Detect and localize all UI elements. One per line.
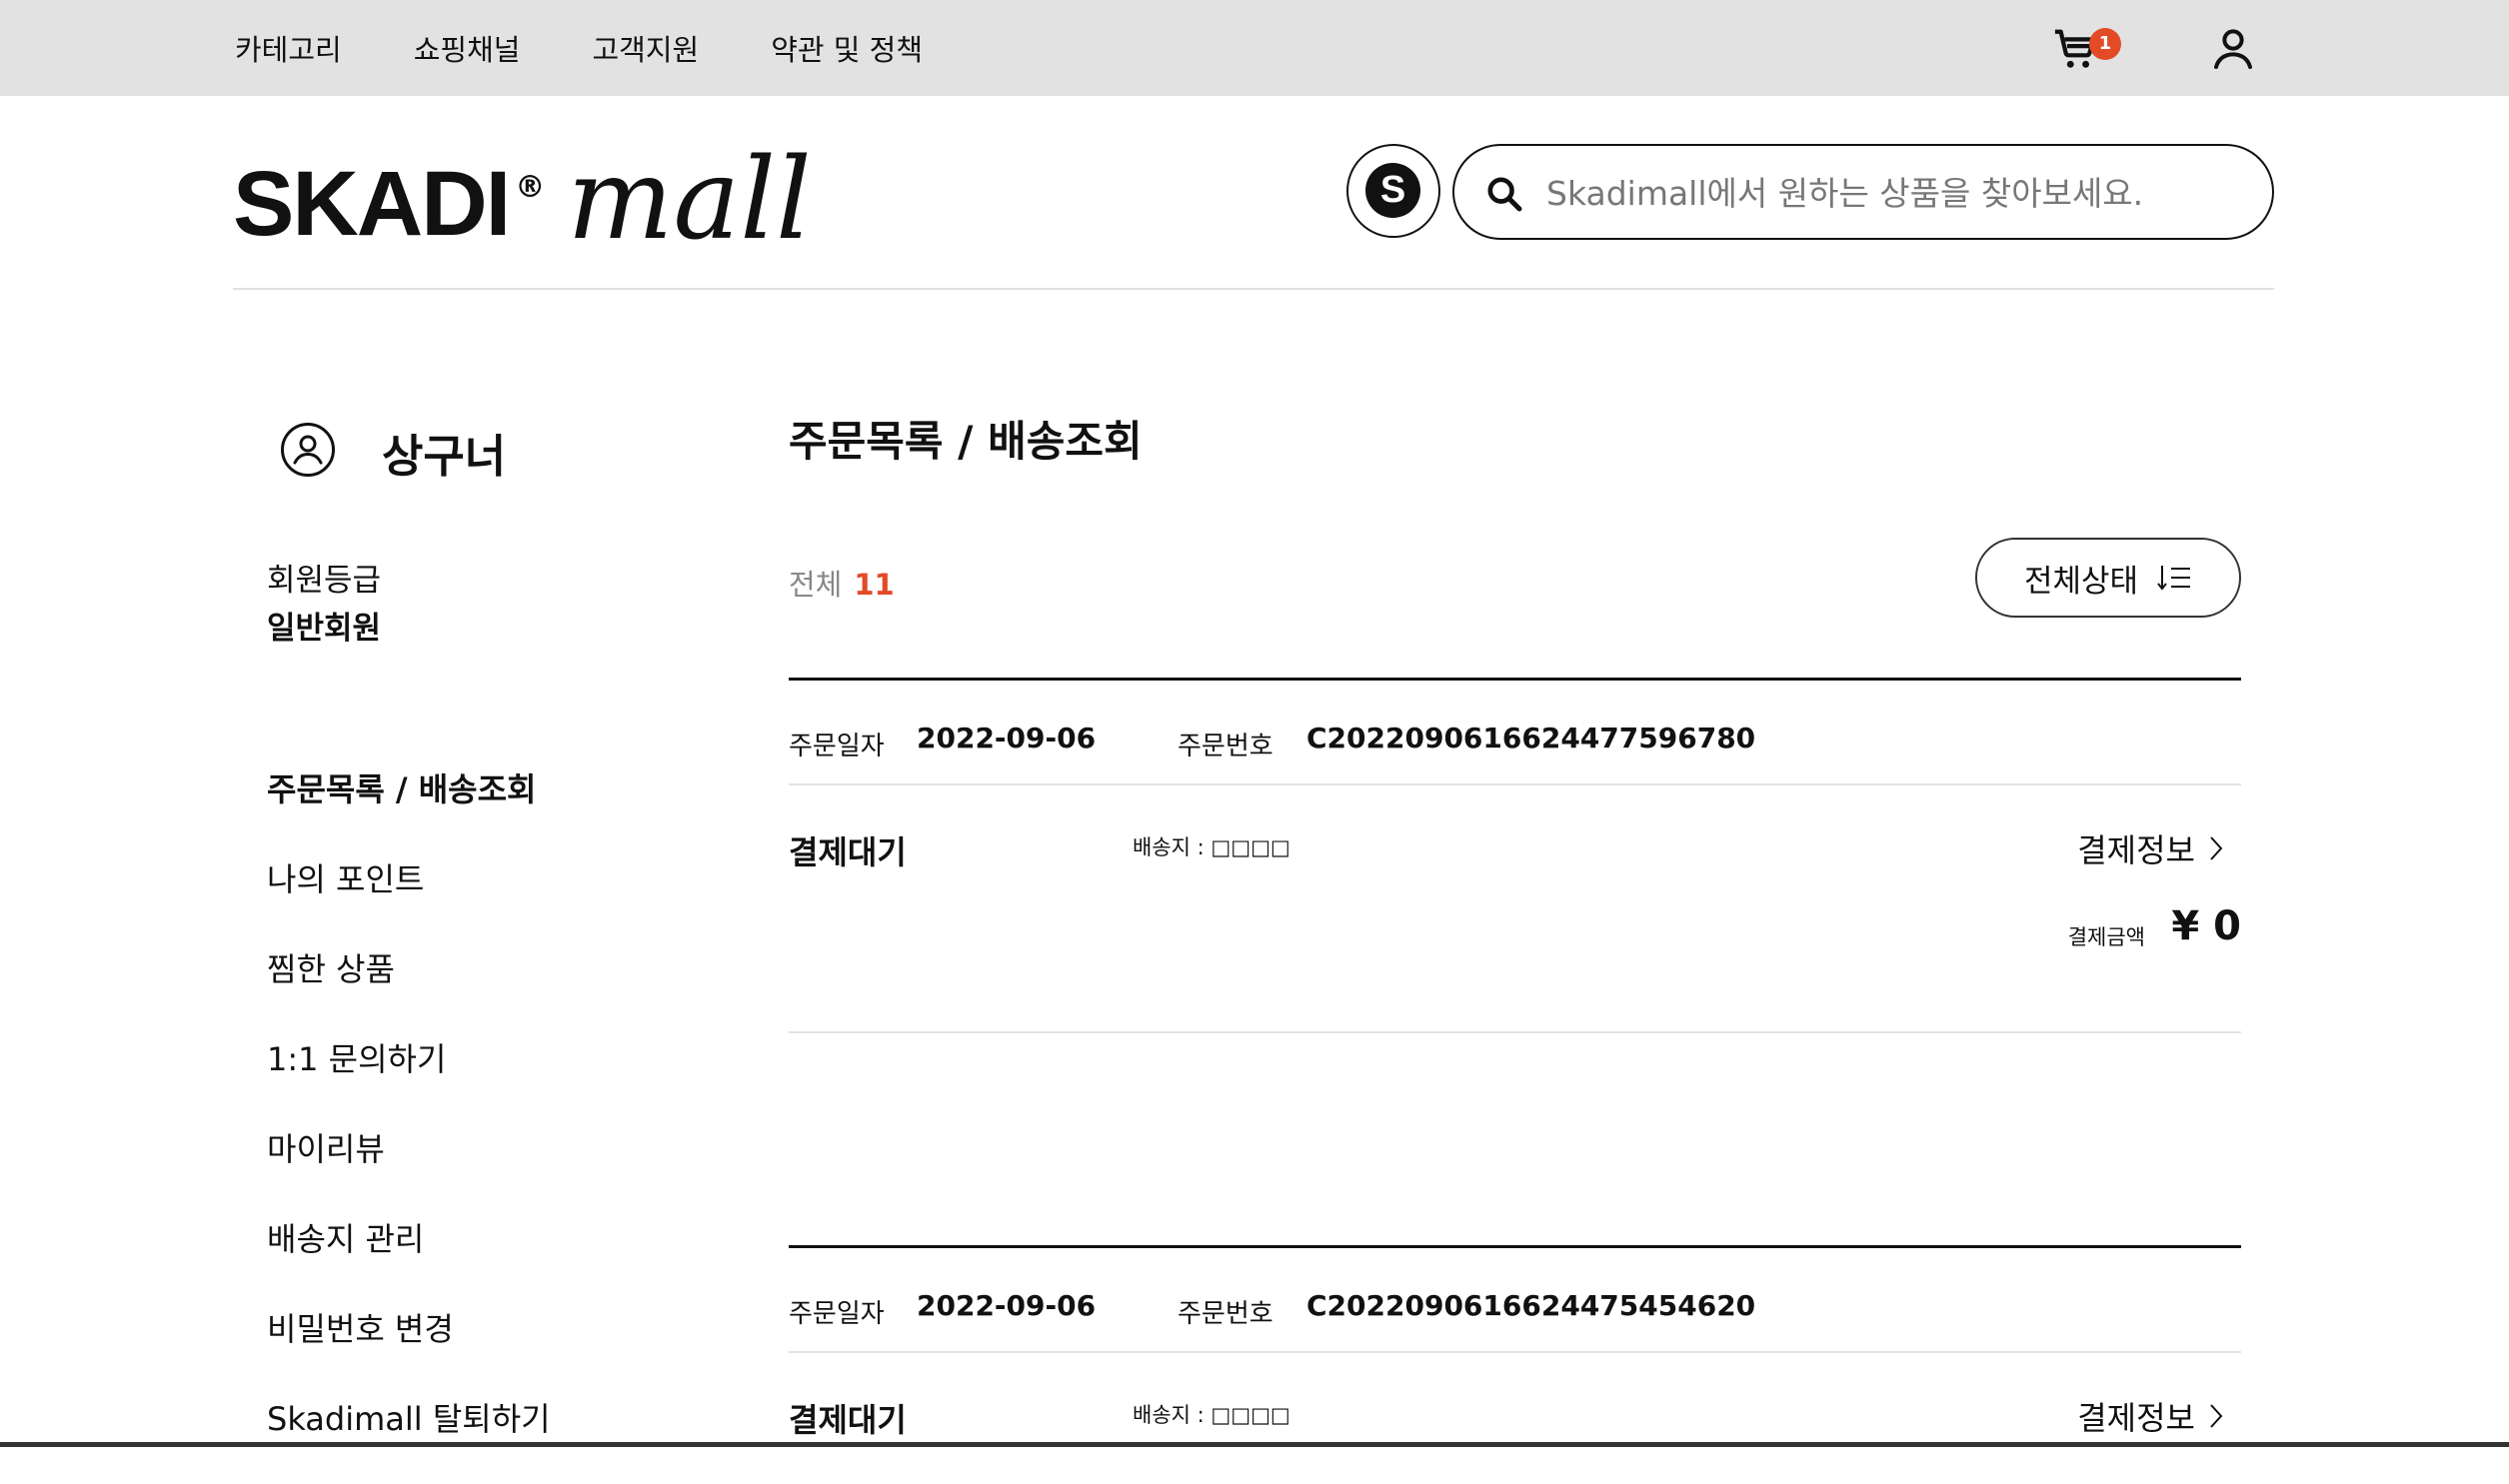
search-input[interactable] [1544,164,2248,222]
top-nav-customer-support[interactable]: 고객지원 [592,27,699,69]
top-nav: 카테고리 쇼핑채널 고객지원 약관 및 정책 [235,0,923,96]
logo-script: mall [567,135,812,265]
order-number-label: 주문번호 [1178,732,1273,761]
sidebar-item-inquiry[interactable]: 1:1 문의하기 [267,1034,551,1124]
s-logo-icon: S [1365,163,1420,218]
top-bar: 카테고리 쇼핑채널 고객지원 약관 및 정책 1 [0,0,2509,96]
order-meta: 주문일자 2022-09-06 주문번호 C202209061662447545… [789,1289,2241,1329]
page-title: 주문목록 / 배송조회 [789,417,1143,466]
site-logo[interactable]: SKADI ® mall [233,130,812,256]
payment-info-label: 결제정보 [2077,831,2195,869]
payment-amount-label: 결제금액 [2067,925,2145,949]
sort-list-icon [2157,566,2191,591]
order-divider [789,1351,2241,1353]
logo-brand: SKADI [233,153,511,255]
search-icon[interactable] [1484,174,1524,214]
sidebar-item-password[interactable]: 비밀번호 변경 [267,1304,551,1394]
sidebar-item-wishlist[interactable]: 찜한 상품 [267,944,551,1034]
order-total: 전체 11 [789,562,895,604]
header-divider [233,288,2274,290]
top-nav-shopping-channel[interactable]: 쇼핑채널 [414,27,521,69]
order-number[interactable]: C2022090616624475454620 [1306,1289,1755,1322]
cart-button[interactable]: 1 [2049,22,2121,74]
member-grade-value: 일반회원 [267,611,382,647]
sidebar-item-addresses[interactable]: 배송지 관리 [267,1214,551,1304]
profile-icon [281,423,335,477]
order-date-label: 주문일자 [789,1299,885,1329]
order-status: 결제대기 [789,1401,907,1439]
top-nav-category[interactable]: 카테고리 [235,27,342,69]
member-grade-label: 회원등급 [267,563,382,599]
order-date: 2022-09-06 [917,722,1097,754]
order-card: 주문일자 2022-09-06 주문번호 C202209061662447545… [789,1245,2241,1445]
status-filter-button[interactable]: 전체상태 [1975,538,2241,618]
order-number-label: 주문번호 [1178,1299,1273,1329]
order-total-count: 11 [854,568,895,602]
search-bar [1452,144,2274,240]
order-meta: 주문일자 2022-09-06 주문번호 C202209061662447759… [789,722,2241,761]
profile-name: 상구너 [382,430,507,483]
chevron-right-icon [2210,836,2223,860]
chevron-right-icon [2210,1404,2223,1428]
top-nav-terms-policy[interactable]: 약관 및 정책 [771,27,923,69]
order-top-divider [789,1245,2241,1248]
order-address: 배송지 : □□□□ [1133,835,1290,859]
payment-info-link[interactable]: 결제정보 [2077,1393,2223,1439]
skadi-s-button[interactable]: S [1346,144,1440,238]
payment-info-link[interactable]: 결제정보 [2077,825,2223,871]
order-number[interactable]: C2022090616624477596780 [1306,722,1755,754]
payment-amount: ¥ 0 [2171,903,2241,949]
order-divider [789,783,2241,785]
viewport-bottom-edge [0,1442,2509,1447]
order-address: 배송지 : □□□□ [1133,1403,1290,1427]
sidebar-menu: 주문목록 / 배송조회 나의 포인트 찜한 상품 1:1 문의하기 마이리뷰 배… [267,764,551,1484]
logo-registered-mark: ® [515,170,546,205]
order-status: 결제대기 [789,833,907,871]
sidebar-item-orders[interactable]: 주문목록 / 배송조회 [267,764,551,854]
order-card: 주문일자 2022-09-06 주문번호 C202209061662447759… [789,678,2241,1037]
account-button[interactable] [2209,24,2257,72]
sidebar-item-withdraw[interactable]: Skadimall 탈퇴하기 [267,1394,551,1484]
payment-info-label: 결제정보 [2077,1399,2195,1437]
cart-count-badge: 1 [2089,28,2121,60]
sidebar-item-reviews[interactable]: 마이리뷰 [267,1124,551,1214]
order-date-label: 주문일자 [789,732,885,761]
status-filter-label: 전체상태 [2023,563,2139,600]
order-bottom-divider [789,1031,2241,1033]
user-icon [2214,29,2252,69]
sidebar-item-points[interactable]: 나의 포인트 [267,854,551,944]
order-total-label: 전체 [789,568,843,602]
order-top-divider [789,678,2241,681]
order-date: 2022-09-06 [917,1289,1097,1322]
